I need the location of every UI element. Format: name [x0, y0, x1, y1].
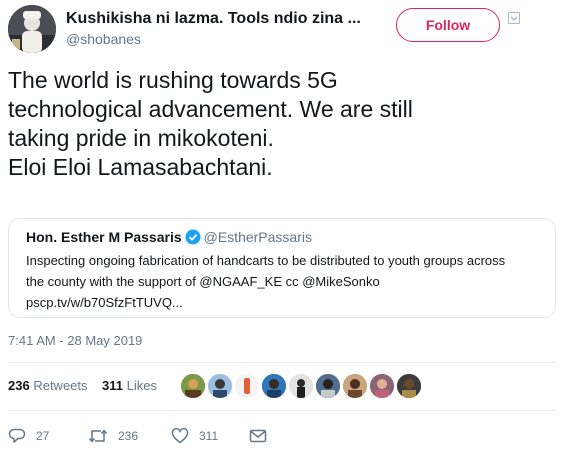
author-handle[interactable]: @shobanes [66, 31, 141, 47]
reply-button[interactable]: 27 [8, 426, 49, 446]
direct-message-button[interactable] [249, 426, 277, 446]
quoted-tweet-line: Inspecting ongoing fabrication of handca… [26, 253, 506, 268]
tweet-timestamp[interactable]: 7:41 AM - 28 May 2019 [8, 333, 142, 348]
tweet-line: The world is rushing towards 5G [8, 67, 338, 93]
liker-avatar[interactable] [370, 374, 394, 398]
verified-icon [185, 229, 201, 245]
quoted-tweet-header: Hon. Esther M Passaris @EstherPassaris [26, 229, 312, 245]
quoted-tweet-line: the county with the support of @NGAAF_KE… [26, 274, 380, 289]
retweets-label: Retweets [33, 378, 88, 393]
divider [8, 362, 556, 363]
likes-stat[interactable]: 311 Likes [102, 378, 157, 393]
retweet-button[interactable]: 236 [88, 426, 138, 446]
liker-avatar[interactable] [316, 374, 340, 398]
liker-avatar[interactable] [262, 374, 286, 398]
author-display-name[interactable]: Kushikisha ni lazma. Tools ndio zina ... [66, 10, 361, 28]
retweets-stat[interactable]: 236 Retweets [8, 378, 88, 393]
retweets-count: 236 [8, 378, 30, 393]
liker-avatar[interactable] [208, 374, 232, 398]
like-button[interactable]: 311 [171, 426, 218, 446]
engagement-stats: 236 Retweets 311 Likes [8, 378, 157, 393]
retweet-count: 236 [118, 429, 139, 443]
message-icon [249, 429, 267, 443]
tweet-line: technological advancement. We are still [8, 96, 413, 122]
likes-count: 311 [101, 378, 123, 393]
liker-avatar[interactable] [289, 374, 313, 398]
quoted-tweet-text: Inspecting ongoing fabrication of handca… [26, 250, 551, 313]
quoted-tweet-card[interactable]: Hon. Esther M Passaris @EstherPassaris In… [8, 218, 556, 318]
retweet-icon [88, 429, 108, 443]
reply-count: 27 [36, 429, 50, 443]
quoted-tweet-link[interactable]: pscp.tv/w/b70SfzFtTUVQ... [26, 292, 551, 313]
tweet-line: taking pride in mikokoteni. [8, 125, 274, 151]
likes-label: Likes [126, 378, 157, 393]
liker-avatar[interactable] [397, 374, 421, 398]
tweet-text: The world is rushing towards 5G technolo… [8, 66, 548, 182]
liker-avatar[interactable] [235, 374, 259, 398]
divider [8, 410, 556, 411]
tweet-line: Eloi Eloi Lamasabachtani. [8, 154, 273, 180]
quoted-author-handle: @EstherPassaris [203, 229, 312, 245]
liker-avatar[interactable] [181, 374, 205, 398]
follow-button[interactable]: Follow [396, 8, 500, 42]
author-avatar[interactable] [8, 5, 56, 53]
reply-icon [8, 428, 26, 443]
like-count: 311 [199, 429, 219, 443]
caret-down-icon[interactable] [508, 12, 520, 24]
quoted-author-name: Hon. Esther M Passaris [26, 229, 182, 245]
liker-avatar[interactable] [343, 374, 367, 398]
like-icon [171, 427, 189, 444]
